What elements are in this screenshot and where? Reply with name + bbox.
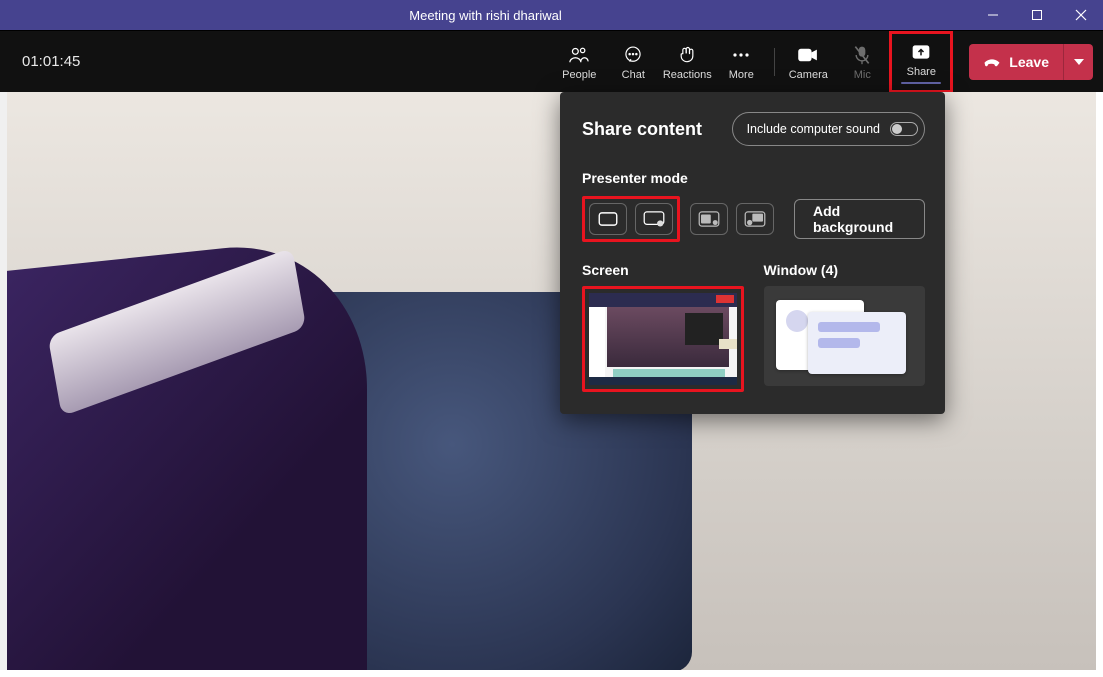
standout-icon (643, 211, 665, 227)
camera-icon (797, 43, 819, 67)
people-label: People (562, 69, 596, 81)
screen-only-icon (598, 212, 618, 226)
share-content-panel: Share content Include computer sound Pre… (560, 92, 945, 414)
minimize-icon (987, 9, 999, 21)
window-title: Meeting with rishi dhariwal (0, 8, 971, 23)
minimize-button[interactable] (971, 0, 1015, 30)
share-icon (911, 40, 931, 64)
reactions-label: Reactions (663, 69, 712, 81)
add-background-label: Add background (813, 203, 906, 235)
hangup-icon (983, 55, 1001, 69)
share-screen-1[interactable] (589, 293, 737, 385)
leave-button-group: Leave (969, 44, 1093, 80)
presenter-mode-standout[interactable] (635, 203, 673, 235)
chat-icon (623, 43, 643, 67)
leave-dropdown[interactable] (1063, 44, 1093, 80)
share-button[interactable]: Share (894, 36, 948, 88)
screen-heading: Screen (582, 262, 744, 278)
presenter-mode-reporter[interactable] (736, 203, 774, 235)
screen-highlight (582, 286, 744, 392)
background-edge (0, 92, 7, 670)
titlebar: Meeting with rishi dhariwal (0, 0, 1103, 30)
reactions-button[interactable]: Reactions (660, 36, 714, 88)
presenter-mode-highlight (582, 196, 680, 242)
reporter-icon (744, 211, 766, 227)
chevron-down-icon (1074, 59, 1084, 65)
include-sound-label: Include computer sound (747, 122, 880, 136)
mic-label: Mic (854, 69, 871, 81)
more-button[interactable]: More (714, 36, 768, 88)
toggle-switch-icon (890, 122, 918, 136)
more-icon (731, 43, 751, 67)
maximize-icon (1031, 9, 1043, 21)
share-label: Share (907, 66, 936, 78)
people-button[interactable]: People (552, 36, 606, 88)
include-computer-sound-toggle[interactable]: Include computer sound (732, 112, 925, 146)
meeting-toolbar: 01:01:45 People Chat Reactions (0, 30, 1103, 92)
share-window-option[interactable] (764, 286, 926, 386)
camera-button[interactable]: Camera (781, 36, 835, 88)
presenter-mode-content-only[interactable] (589, 203, 627, 235)
chat-button[interactable]: Chat (606, 36, 660, 88)
window-heading: Window (4) (764, 262, 926, 278)
close-button[interactable] (1059, 0, 1103, 30)
leave-button[interactable]: Leave (969, 44, 1063, 80)
more-label: More (729, 69, 754, 81)
presenter-mode-heading: Presenter mode (582, 170, 925, 186)
presenter-mode-side-by-side[interactable] (690, 203, 728, 235)
people-icon (568, 43, 590, 67)
share-highlight: Share (889, 31, 953, 93)
close-icon (1075, 9, 1087, 21)
share-active-indicator (901, 82, 941, 84)
reactions-icon (677, 43, 697, 67)
toolbar-divider (774, 48, 775, 76)
window-card-icon (808, 312, 906, 374)
maximize-button[interactable] (1015, 0, 1059, 30)
add-background-button[interactable]: Add background (794, 199, 925, 239)
mic-button[interactable]: Mic (835, 36, 889, 88)
chat-label: Chat (622, 69, 645, 81)
meeting-timer: 01:01:45 (22, 53, 80, 70)
camera-label: Camera (789, 69, 828, 81)
leave-label: Leave (1009, 54, 1049, 70)
mic-off-icon (853, 43, 871, 67)
share-panel-title: Share content (582, 119, 702, 140)
side-by-side-icon (698, 211, 720, 227)
